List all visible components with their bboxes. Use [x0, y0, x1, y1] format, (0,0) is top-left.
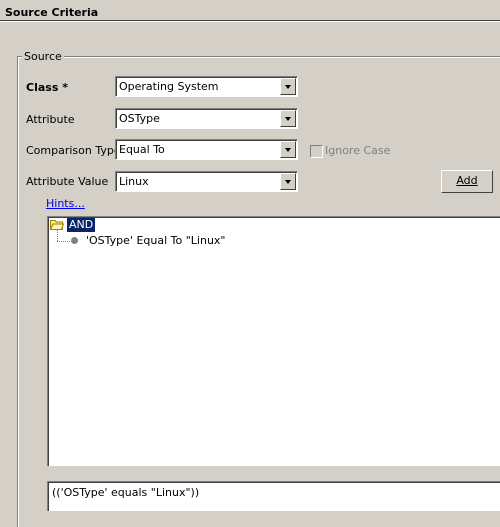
class-label: Class * — [26, 81, 68, 94]
ignore-case-checkbox[interactable] — [310, 145, 323, 158]
expression-text: (('OSType' equals "Linux")) — [52, 486, 200, 499]
header-divider — [0, 20, 500, 22]
attribute-value-label: Attribute Value — [26, 175, 109, 188]
attribute-select[interactable]: OSType — [115, 108, 298, 129]
attribute-label: Attribute — [26, 113, 75, 126]
class-select-value: Operating System — [119, 80, 219, 93]
tree-condition-item[interactable]: 'OSType' Equal To "Linux" — [86, 234, 225, 247]
chevron-down-icon[interactable] — [280, 141, 296, 158]
chevron-down-icon[interactable] — [280, 173, 296, 190]
bullet-icon — [71, 237, 78, 244]
comparison-type-value: Equal To — [119, 143, 165, 156]
attribute-value-select[interactable]: Linux — [115, 171, 298, 192]
class-select[interactable]: Operating System — [115, 76, 298, 97]
add-button[interactable]: Add — [441, 170, 493, 193]
add-button-label: Add — [456, 174, 478, 187]
attribute-value-value: Linux — [119, 175, 149, 188]
attribute-select-value: OSType — [119, 112, 160, 125]
tree-connector — [57, 241, 70, 242]
comparison-type-label: Comparison Type — [26, 144, 121, 157]
hints-link[interactable]: Hints... — [46, 197, 85, 210]
tree-root-and[interactable]: AND — [67, 218, 96, 232]
section-title: Source Criteria — [5, 6, 99, 19]
source-group-legend: Source — [22, 50, 64, 63]
criteria-tree[interactable] — [47, 216, 500, 466]
chevron-down-icon[interactable] — [280, 110, 296, 127]
ignore-case-label: Ignore Case — [325, 144, 391, 157]
chevron-down-icon[interactable] — [280, 78, 296, 95]
tree-connector — [57, 230, 58, 241]
comparison-type-select[interactable]: Equal To — [115, 139, 298, 160]
folder-open-icon — [50, 220, 64, 230]
